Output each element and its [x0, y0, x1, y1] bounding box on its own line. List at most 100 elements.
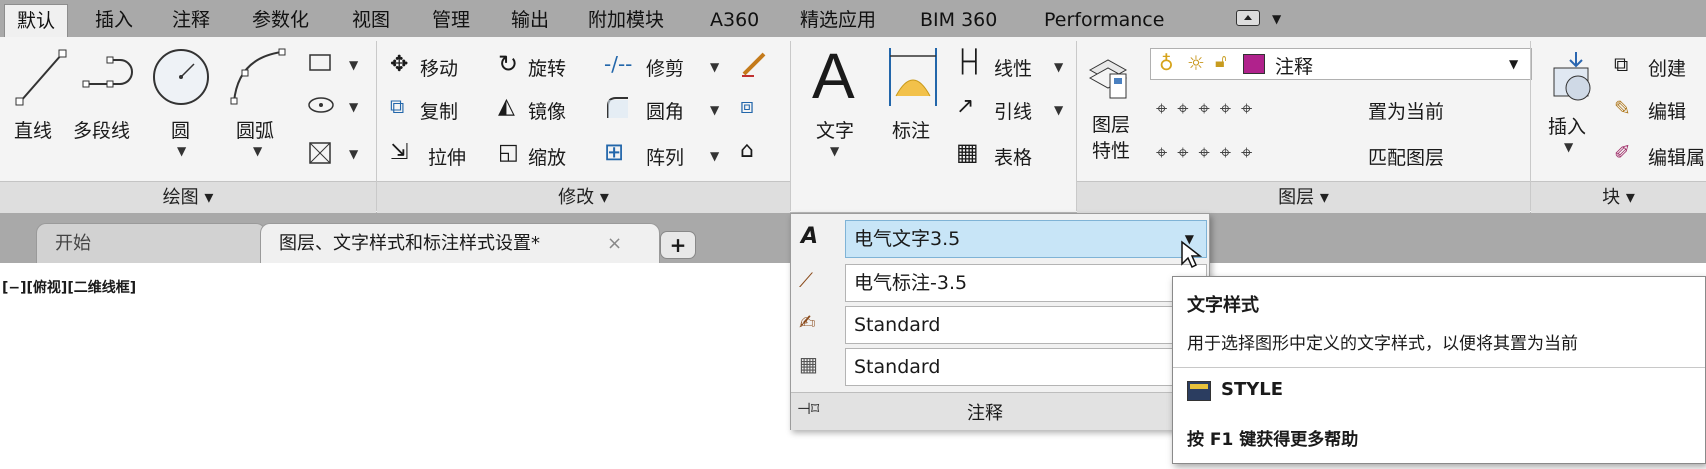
layer-tools-row-2[interactable]: ⌖⌖⌖⌖⌖ — [1156, 140, 1262, 164]
tab-performance[interactable]: Performance — [1044, 4, 1164, 37]
draw-panel-title[interactable]: 绘图 ▾ — [0, 181, 376, 213]
mirror-icon: ◭ — [498, 94, 515, 119]
tab-current-drawing[interactable]: 图层、文字样式和标注样式设置* × — [260, 223, 660, 263]
dimension-icon[interactable] — [886, 44, 940, 110]
mirror-tool[interactable]: 镜像 — [528, 97, 566, 124]
lightbulb-icon[interactable]: ♁ — [1159, 51, 1174, 75]
copy-tool[interactable]: 复制 — [420, 97, 458, 124]
chevron-down-icon[interactable]: ▼ — [177, 144, 186, 158]
fillet-tool[interactable]: 圆角 — [646, 97, 684, 124]
tab-bim360[interactable]: BIM 360 — [920, 4, 997, 37]
leader-tool[interactable]: 引线 — [994, 97, 1032, 124]
fillet-icon[interactable] — [604, 94, 632, 120]
sun-icon[interactable]: ☼ — [1187, 51, 1205, 75]
scale-icon: ◱ — [498, 140, 519, 165]
chevron-down-icon[interactable]: ▼ — [830, 144, 839, 158]
arc-label[interactable]: 圆弧 — [236, 116, 274, 143]
tab-addins[interactable]: 附加模块 — [588, 4, 664, 37]
tab-view[interactable]: 视图 — [352, 4, 390, 37]
close-icon[interactable]: × — [607, 224, 622, 264]
match-layer-button[interactable]: 匹配图层 — [1368, 143, 1444, 170]
tab-a360[interactable]: A360 — [710, 4, 759, 37]
edit-attribute-button[interactable]: 编辑属 — [1648, 143, 1705, 170]
linear-tool[interactable]: 线性 — [994, 54, 1032, 81]
chevron-down-icon[interactable]: ▼ — [1509, 57, 1518, 71]
unlock-icon[interactable]: 🔓︎ — [1215, 51, 1227, 72]
tab-manage[interactable]: 管理 — [432, 4, 470, 37]
text-tool-label[interactable]: 文字 — [816, 116, 854, 143]
text-style-dropdown[interactable]: 电气文字3.5 ▼ — [845, 220, 1207, 258]
text-tool-icon[interactable]: A — [812, 44, 855, 108]
line-icon[interactable] — [12, 44, 72, 110]
tooltip-divider — [1173, 367, 1705, 368]
chevron-down-icon[interactable]: ▼ — [710, 149, 719, 163]
offset-icon[interactable]: ⌂ — [740, 138, 754, 163]
stretch-tool[interactable]: 拉伸 — [428, 143, 466, 170]
dimension-label[interactable]: 标注 — [892, 116, 930, 143]
polyline-label[interactable]: 多段线 — [73, 116, 130, 143]
insert-block-label[interactable]: 插入 — [1548, 112, 1586, 139]
command-icon — [1187, 381, 1211, 401]
hatch-ellipse-icon[interactable] — [306, 94, 336, 116]
annotation-expanded-panel: A 电气文字3.5 ▼ ⟋ 电气标注-3.5 ✍ Standard ▦ Stan… — [790, 213, 1210, 430]
chevron-down-icon[interactable]: ▼ — [1272, 12, 1281, 26]
create-block-button[interactable]: 创建 — [1648, 54, 1686, 81]
tooltip: 文字样式 用于选择图形中定义的文字样式，以便将其置为当前 STYLE 按 F1 … — [1172, 276, 1706, 464]
mouse-pointer-icon — [1181, 240, 1202, 269]
layer-tools-row-1[interactable]: ⌖⌖⌖⌖⌖ — [1156, 96, 1262, 120]
chevron-down-icon[interactable]: ▼ — [349, 58, 358, 72]
annotation-panel-footer: ⊣⌑ 注释 — [791, 392, 1209, 430]
table-tool[interactable]: 表格 — [994, 143, 1032, 170]
block-panel-title[interactable]: 块 ▾ — [1531, 181, 1706, 213]
insert-block-icon[interactable] — [1546, 48, 1600, 104]
explode-icon[interactable]: ⧈ — [740, 94, 754, 119]
modify-panel-title[interactable]: 修改 ▾ — [377, 181, 790, 213]
chevron-down-icon[interactable]: ▼ — [1054, 60, 1063, 74]
ribbon-minimize-icon[interactable] — [1236, 10, 1260, 26]
tab-start[interactable]: 开始 — [36, 223, 266, 263]
arc-icon[interactable] — [226, 44, 290, 108]
layer-properties-label[interactable]: 图层 特性 — [1092, 112, 1130, 164]
table-style-dropdown[interactable]: Standard — [845, 348, 1207, 386]
pin-icon[interactable]: ⊣⌑ — [797, 399, 819, 418]
tab-annotate[interactable]: 注释 — [172, 4, 210, 37]
line-label[interactable]: 直线 — [14, 116, 52, 143]
set-current-button[interactable]: 置为当前 — [1368, 97, 1444, 124]
chevron-down-icon[interactable]: ▼ — [1054, 103, 1063, 117]
tab-featured-apps[interactable]: 精选应用 — [800, 4, 876, 37]
rotate-tool[interactable]: 旋转 — [528, 54, 566, 81]
edit-block-icon: ✎ — [1614, 96, 1631, 120]
edit-block-button[interactable]: 编辑 — [1648, 97, 1686, 124]
hatch-icon[interactable] — [306, 140, 336, 166]
tab-output[interactable]: 输出 — [511, 4, 549, 37]
trim-tool[interactable]: 修剪 — [646, 54, 684, 81]
tab-default[interactable]: 默认 — [4, 4, 69, 37]
erase-icon[interactable] — [740, 50, 768, 78]
viewport-controls[interactable]: [−][俯视][二维线框] — [2, 277, 136, 297]
tab-insert[interactable]: 插入 — [95, 4, 133, 37]
new-tab-button[interactable]: + — [660, 231, 696, 259]
chevron-down-icon[interactable]: ▼ — [1564, 140, 1573, 154]
layer-dropdown[interactable]: ♁ ☼ 🔓︎ 注释 ▼ — [1150, 48, 1532, 80]
polyline-icon[interactable] — [80, 48, 144, 98]
circle-label[interactable]: 圆 — [171, 116, 190, 143]
chevron-down-icon[interactable]: ▼ — [349, 100, 358, 114]
tab-parametric[interactable]: 参数化 — [252, 4, 309, 37]
move-tool[interactable]: 移动 — [420, 54, 458, 81]
array-icon: ⊞ — [604, 138, 625, 166]
dim-style-dropdown[interactable]: 电气标注-3.5 — [845, 264, 1207, 302]
chevron-down-icon[interactable]: ▼ — [349, 147, 358, 161]
scale-tool[interactable]: 缩放 — [528, 143, 566, 170]
chevron-down-icon[interactable]: ▼ — [710, 60, 719, 74]
mleader-style-dropdown[interactable]: Standard — [845, 306, 1207, 344]
panel-divider — [790, 41, 791, 211]
chevron-down-icon[interactable]: ▼ — [253, 144, 262, 158]
rectangle-icon[interactable] — [308, 52, 334, 74]
layers-panel-title[interactable]: 图层 ▾ — [1077, 181, 1530, 213]
circle-icon[interactable] — [150, 46, 212, 108]
mleader-style-value: Standard — [854, 314, 941, 336]
chevron-down-icon[interactable]: ▼ — [710, 103, 719, 117]
leader-icon: ↗ — [956, 94, 975, 119]
layer-properties-icon[interactable] — [1086, 52, 1130, 102]
array-tool[interactable]: 阵列 — [646, 143, 684, 170]
